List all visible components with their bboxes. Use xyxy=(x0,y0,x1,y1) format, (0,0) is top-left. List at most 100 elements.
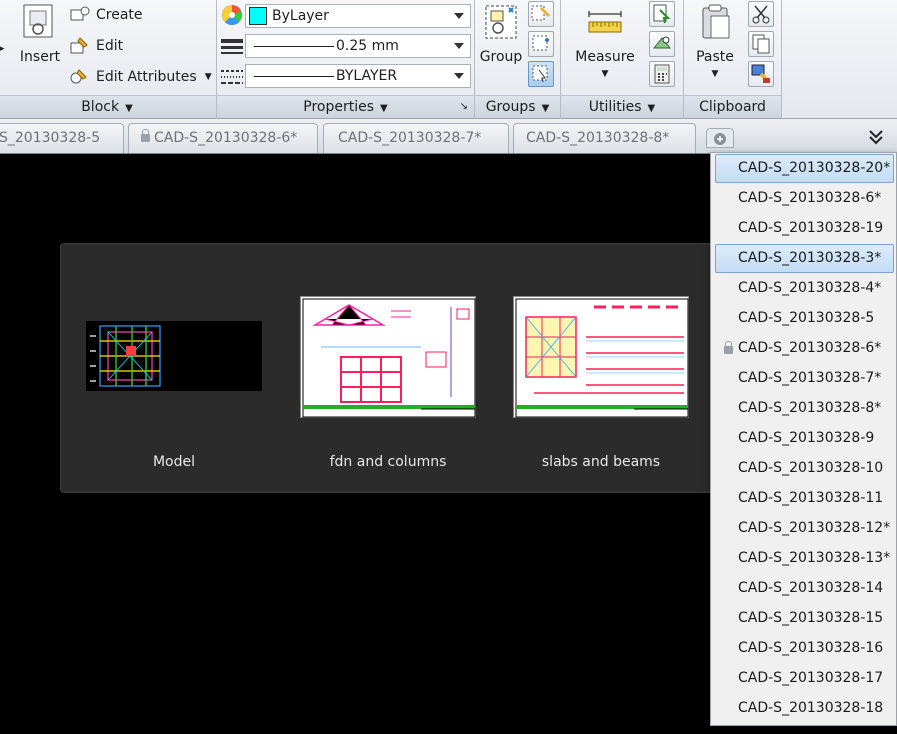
properties-panel-title[interactable]: Properties ▼ ↘ xyxy=(217,95,474,118)
layout-label: slabs and beams xyxy=(541,454,661,470)
new-tab-button[interactable] xyxy=(706,128,734,148)
color-swatch xyxy=(249,7,267,25)
file-tab-bar: S_20130328-5 CAD-S_20130328-6* CAD-S_201… xyxy=(0,119,897,154)
cut-button[interactable] xyxy=(748,1,774,27)
edit-attributes-button[interactable]: Edit Attributes ▼ xyxy=(68,64,212,90)
layout-thumbnail[interactable] xyxy=(300,296,476,418)
paste-button[interactable]: Paste ▼ xyxy=(690,2,740,88)
color-wheel-icon xyxy=(222,5,242,25)
file-tab-label: S_20130328-5 xyxy=(0,130,101,146)
drawing-list-item[interactable]: CAD-S_20130328-15 xyxy=(715,604,894,633)
file-tab-label: CAD-S_20130328-7* xyxy=(338,130,482,146)
scissors-icon xyxy=(752,5,770,24)
open-drawings-dropdown: CAD-S_20130328-20* CAD-S_20130328-6* CAD… xyxy=(710,152,897,726)
groups-panel-title-label: Groups xyxy=(485,99,536,115)
measure-ruler-icon xyxy=(588,11,622,33)
drawing-list-item[interactable]: CAD-S_20130328-6* xyxy=(715,334,894,363)
group-selection-button[interactable] xyxy=(528,61,554,87)
drawing-list-item-label: CAD-S_20130328-13* xyxy=(738,550,891,566)
drawing-list-item[interactable]: CAD-S_20130328-3* xyxy=(715,244,894,273)
dialog-launcher-icon[interactable]: ↘ xyxy=(460,96,468,118)
lineweight-select[interactable]: 0.25 mm xyxy=(245,34,471,58)
file-tab-label: CAD-S_20130328-8* xyxy=(526,130,670,146)
file-tab[interactable]: CAD-S_20130328-6* xyxy=(128,123,318,153)
measure-label: Measure xyxy=(575,49,635,65)
drawing-list-item[interactable]: CAD-S_20130328-10 xyxy=(715,454,894,483)
color-select[interactable]: ByLayer xyxy=(245,4,471,28)
drawing-list-item-label: CAD-S_20130328-4* xyxy=(738,280,882,296)
tab-overflow-button[interactable] xyxy=(864,125,888,149)
quick-select-icon xyxy=(653,4,671,24)
quick-select-button[interactable] xyxy=(649,1,675,27)
drawing-list-item[interactable]: CAD-S_20130328-7* xyxy=(715,364,894,393)
drawing-list-item-label: CAD-S_20130328-8* xyxy=(738,400,882,416)
group-button[interactable]: Group xyxy=(477,2,525,70)
utilities-panel-title-label: Utilities xyxy=(588,99,642,115)
drawing-list-item-label: CAD-S_20130328-16 xyxy=(738,640,884,656)
block-panel: Insert ▸ Create Edit Edit Attributes ▼ B… xyxy=(0,0,217,119)
drawing-list-item-label: CAD-S_20130328-6* xyxy=(738,340,882,356)
plus-icon xyxy=(714,133,726,145)
insert-block-icon xyxy=(23,4,53,38)
chevron-down-icon: ▼ xyxy=(125,103,133,114)
file-tab[interactable]: CAD-S_20130328-7* xyxy=(323,123,509,153)
drawing-list-item[interactable]: CAD-S_20130328-4* xyxy=(715,274,894,303)
layout-preview-popup: Model fdn and columns slabs and beams xyxy=(60,243,714,493)
point-id-button[interactable] xyxy=(649,31,675,57)
drawing-list-item-label: CAD-S_20130328-14 xyxy=(738,580,884,596)
chevron-down-icon[interactable]: ▼ xyxy=(205,72,212,82)
point-id-icon xyxy=(652,36,672,49)
drawing-list-item[interactable]: CAD-S_20130328-12* xyxy=(715,514,894,543)
drawing-list-item[interactable]: CAD-S_20130328-18 xyxy=(715,694,894,723)
copy-button[interactable] xyxy=(748,31,774,57)
drawing-list-item[interactable]: CAD-S_20130328-11 xyxy=(715,484,894,513)
model-thumbnail[interactable] xyxy=(86,296,262,418)
group-edit-button[interactable] xyxy=(528,31,554,57)
drawing-list-item[interactable]: CAD-S_20130328-17 xyxy=(715,664,894,693)
linetype-sample xyxy=(254,75,334,77)
drawing-list-item-label: CAD-S_20130328-17 xyxy=(738,670,884,686)
insert-button[interactable]: Insert xyxy=(16,2,64,70)
create-block-button[interactable]: Create xyxy=(68,2,143,28)
block-editor-icon xyxy=(68,35,90,57)
drawing-list-item[interactable]: CAD-S_20130328-20* xyxy=(715,154,894,183)
paste-label: Paste xyxy=(696,49,734,65)
ungroup-button[interactable] xyxy=(528,1,554,27)
lineweight-icon xyxy=(221,39,243,54)
edit-attributes-icon xyxy=(68,66,90,88)
drawing-list-item[interactable]: CAD-S_20130328-16 xyxy=(715,634,894,663)
block-panel-title-label: Block xyxy=(81,99,120,115)
drawing-list-item-label: CAD-S_20130328-3* xyxy=(738,250,882,266)
drawing-list-item[interactable]: CAD-S_20130328-9 xyxy=(715,424,894,453)
match-properties-button[interactable] xyxy=(748,61,774,87)
lineweight-sample xyxy=(254,45,334,47)
clipboard-panel: Paste ▼ Clipboard xyxy=(684,0,782,119)
drawing-list-item[interactable]: CAD-S_20130328-6* xyxy=(715,184,894,213)
group-label: Group xyxy=(479,49,523,65)
chevron-down-icon: ▼ xyxy=(711,69,719,79)
utilities-panel-title[interactable]: Utilities ▼ xyxy=(561,95,683,118)
drawing-list-item-label: CAD-S_20130328-11 xyxy=(738,490,884,506)
chevron-down-icon xyxy=(454,43,464,49)
drawing-list-item[interactable]: CAD-S_20130328-5 xyxy=(715,304,894,333)
drawing-list-item[interactable]: CAD-S_20130328-8* xyxy=(715,394,894,423)
file-tab[interactable]: S_20130328-5 xyxy=(0,123,124,153)
clipboard-panel-title[interactable]: Clipboard xyxy=(684,95,781,118)
create-block-icon xyxy=(68,4,90,26)
drawing-list-item[interactable]: CAD-S_20130328-14 xyxy=(715,574,894,603)
drawing-list-item[interactable]: CAD-S_20130328-19 xyxy=(715,214,894,243)
drawing-list-item[interactable]: CAD-S_20130328-13* xyxy=(715,544,894,573)
measure-button[interactable]: Measure ▼ xyxy=(565,2,645,88)
drawing-list-item-label: CAD-S_20130328-5 xyxy=(738,310,875,326)
edit-attributes-label: Edit Attributes xyxy=(96,69,197,85)
layout-thumbnail[interactable] xyxy=(513,296,689,418)
file-tab[interactable]: CAD-S_20130328-8* xyxy=(513,123,696,153)
edit-block-button[interactable]: Edit xyxy=(68,33,123,59)
insert-label: Insert xyxy=(19,49,61,65)
block-panel-title[interactable]: Block ▼ xyxy=(0,95,216,118)
groups-panel-title[interactable]: Groups ▼ xyxy=(475,95,560,118)
calculator-button[interactable] xyxy=(649,61,675,87)
group-icon xyxy=(485,5,517,39)
drawing-list-item-label: CAD-S_20130328-9 xyxy=(738,430,875,446)
linetype-select[interactable]: BYLAYER xyxy=(245,64,471,88)
